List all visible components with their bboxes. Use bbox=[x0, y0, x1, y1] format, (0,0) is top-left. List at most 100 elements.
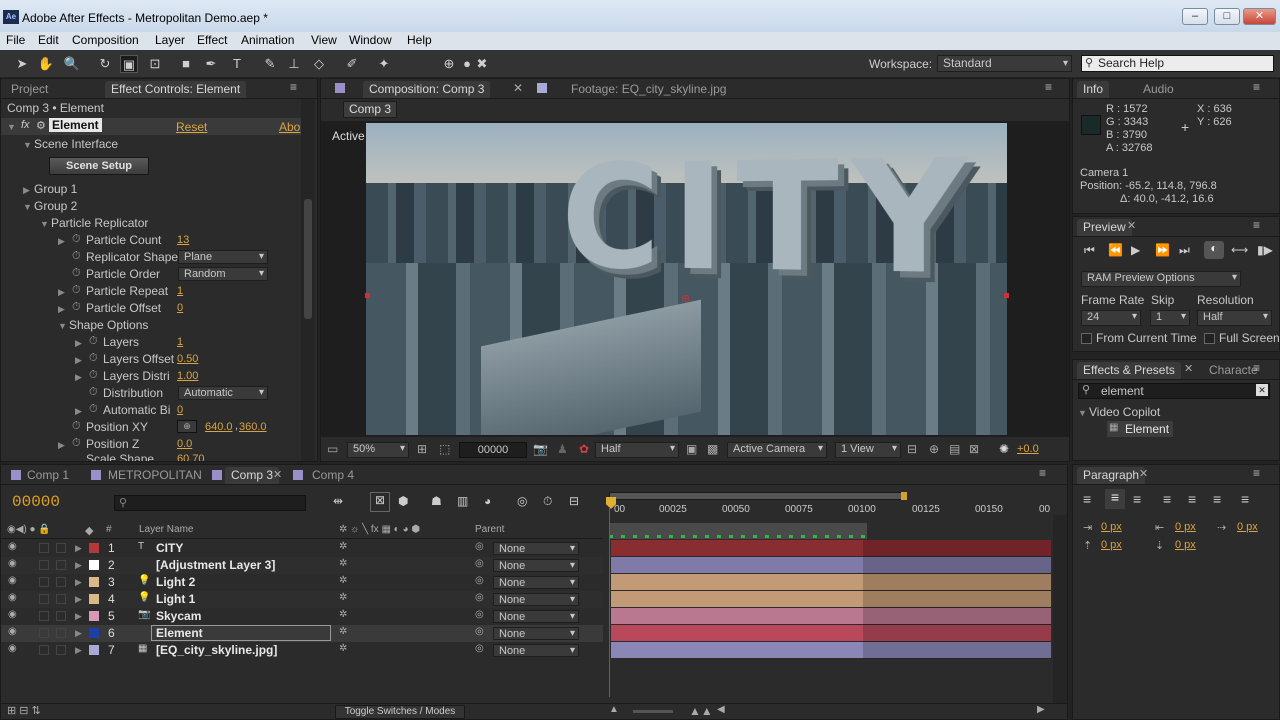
pickwhip-icon[interactable]: ◎ bbox=[475, 575, 484, 586]
search-help-input[interactable]: Search Help bbox=[1081, 55, 1274, 72]
shy-switch-icon[interactable]: ✲ bbox=[339, 643, 347, 654]
region-icon[interactable]: ⬚ bbox=[439, 442, 450, 456]
indent-right-value[interactable]: 0 px bbox=[1175, 521, 1196, 533]
channel-icon[interactable]: ✿ bbox=[579, 442, 589, 456]
lock-toggle[interactable] bbox=[56, 628, 66, 638]
graph-editor-icon[interactable]: ⊟ bbox=[569, 494, 579, 508]
hand-tool-icon[interactable]: ✋ bbox=[37, 55, 55, 73]
visibility-eye-icon[interactable]: ◉ bbox=[8, 558, 17, 569]
particle-repeat-value[interactable]: 1 bbox=[177, 285, 183, 297]
pickwhip-icon[interactable]: ◎ bbox=[475, 558, 484, 569]
solo-toggle[interactable] bbox=[39, 577, 49, 587]
current-timecode[interactable]: 00000 bbox=[12, 493, 60, 511]
menu-layer[interactable]: Layer bbox=[155, 33, 185, 47]
expand-triangle[interactable]: ▶ bbox=[75, 372, 82, 383]
layer-name-edit-box[interactable] bbox=[151, 625, 331, 641]
visibility-eye-icon[interactable]: ◉ bbox=[8, 592, 17, 603]
lock-toggle[interactable] bbox=[56, 560, 66, 570]
axis-local-icon[interactable]: ⊕ bbox=[440, 55, 458, 73]
tab-effects-presets[interactable]: Effects & Presets bbox=[1077, 362, 1181, 379]
comp-mini-flowchart-icon[interactable]: ⇹ bbox=[333, 494, 343, 508]
play-icon[interactable]: ▶ bbox=[1131, 243, 1140, 257]
table-row[interactable]: ◉ ▶ 3 💡 Light 2 ✲ ◎ None bbox=[1, 574, 603, 591]
panel-menu-icon[interactable]: ≡ bbox=[290, 80, 297, 94]
tab-paragraph[interactable]: Paragraph bbox=[1077, 467, 1146, 484]
expand-triangle[interactable]: ▶ bbox=[58, 287, 65, 298]
solo-toggle[interactable] bbox=[39, 645, 49, 655]
timeline-icon[interactable]: ▤ bbox=[949, 442, 960, 456]
maximize-button[interactable]: □ bbox=[1214, 8, 1240, 25]
stopwatch-icon[interactable]: ⏱ bbox=[72, 233, 81, 246]
crosshair-icon[interactable]: ⊕ bbox=[177, 420, 197, 433]
expand-triangle[interactable]: ▶ bbox=[75, 338, 82, 349]
pickwhip-icon[interactable]: ◎ bbox=[475, 541, 484, 552]
tab-effect-controls[interactable]: Effect Controls: Element bbox=[105, 81, 247, 98]
brush-tool-icon[interactable]: ✎ bbox=[261, 55, 279, 73]
ram-preview-dropdown[interactable]: RAM Preview Options bbox=[1081, 271, 1241, 287]
always-preview-icon[interactable]: ▭ bbox=[327, 442, 338, 456]
resolution-dropdown[interactable]: Half bbox=[1197, 310, 1272, 326]
tab-metropolitan[interactable]: METROPOLITAN bbox=[102, 467, 208, 484]
layer-name[interactable]: [Adjustment Layer 3] bbox=[156, 558, 275, 572]
menu-composition[interactable]: Composition bbox=[72, 33, 139, 47]
effect-name[interactable]: Element bbox=[49, 118, 102, 132]
ram-preview-icon[interactable]: ▮▶ bbox=[1257, 243, 1273, 257]
close-tab-icon[interactable]: ✕ bbox=[1139, 467, 1148, 480]
label-color-swatch[interactable] bbox=[89, 628, 99, 638]
parent-dropdown[interactable]: None bbox=[493, 576, 579, 589]
parent-dropdown[interactable]: None bbox=[493, 559, 579, 572]
selection-tool-icon[interactable]: ➤ bbox=[13, 55, 31, 73]
close-tab-icon[interactable]: ✕ bbox=[513, 81, 523, 95]
solo-toggle[interactable] bbox=[39, 594, 49, 604]
clear-search-icon[interactable]: ✕ bbox=[1256, 384, 1268, 396]
lock-toggle[interactable] bbox=[56, 594, 66, 604]
align-center-icon[interactable]: ≡ bbox=[1105, 489, 1125, 509]
expand-triangle[interactable]: ▶ bbox=[75, 594, 82, 605]
expand-triangle[interactable]: ▼ bbox=[40, 219, 49, 229]
next-frame-icon[interactable]: ⏩ bbox=[1155, 243, 1170, 257]
tab-footage[interactable]: Footage: EQ_city_skyline.jpg bbox=[565, 81, 732, 98]
puppet-tool-icon[interactable]: ✦ bbox=[375, 55, 393, 73]
stopwatch-icon[interactable]: ⏱ bbox=[72, 420, 81, 433]
lock-toggle[interactable] bbox=[56, 543, 66, 553]
loop-icon[interactable]: ⟷ bbox=[1231, 243, 1248, 257]
shy-switch-icon[interactable]: ✲ bbox=[339, 575, 347, 586]
effects-search-input[interactable]: element bbox=[1078, 383, 1270, 399]
first-frame-icon[interactable]: ⏮ bbox=[1084, 243, 1095, 258]
parent-dropdown[interactable]: None bbox=[493, 610, 579, 623]
exposure-value[interactable]: +0.0 bbox=[1017, 443, 1039, 455]
automatic-bi-value[interactable]: 0 bbox=[177, 404, 183, 416]
visibility-eye-icon[interactable]: ◉ bbox=[8, 609, 17, 620]
layers-value[interactable]: 1 bbox=[177, 336, 183, 348]
panel-menu-icon[interactable]: ≡ bbox=[1045, 80, 1052, 94]
menu-file[interactable]: File bbox=[6, 33, 25, 47]
close-tab-icon[interactable]: ✕ bbox=[273, 468, 282, 481]
handle-right[interactable] bbox=[1004, 293, 1009, 298]
solo-toggle[interactable] bbox=[39, 628, 49, 638]
particle-offset-value[interactable]: 0 bbox=[177, 302, 183, 314]
menu-help[interactable]: Help bbox=[407, 33, 432, 47]
menu-window[interactable]: Window bbox=[349, 33, 392, 47]
scroll-left-icon[interactable]: ◀ bbox=[717, 704, 725, 715]
camera-tool-icon[interactable]: ▣ bbox=[120, 55, 138, 73]
text-tool-icon[interactable]: T bbox=[228, 55, 246, 73]
align-right-icon[interactable]: ≡ bbox=[1133, 491, 1141, 507]
close-button[interactable]: ✕ bbox=[1243, 8, 1276, 25]
shy-switch-icon[interactable]: ✲ bbox=[339, 558, 347, 569]
tab-preview[interactable]: Preview bbox=[1077, 219, 1132, 236]
time-ruler[interactable]: 00 00025 00050 00075 00100 00125 00150 0… bbox=[605, 489, 1051, 539]
expand-triangle[interactable]: ▶ bbox=[75, 645, 82, 656]
scroll-right-icon[interactable]: ▶ bbox=[1037, 704, 1045, 715]
expand-triangle[interactable]: ▶ bbox=[75, 543, 82, 554]
frame-rate-dropdown[interactable]: 24 bbox=[1081, 310, 1141, 326]
position-y-value[interactable]: 360.0 bbox=[239, 421, 267, 433]
stopwatch-icon[interactable]: ⏱ bbox=[72, 301, 81, 314]
visibility-eye-icon[interactable]: ◉ bbox=[8, 575, 17, 586]
justify-left-icon[interactable]: ≡ bbox=[1163, 491, 1171, 507]
pickwhip-icon[interactable]: ◎ bbox=[475, 609, 484, 620]
exposure-icon[interactable]: ✺ bbox=[999, 442, 1009, 456]
rectangle-tool-icon[interactable]: ■ bbox=[177, 55, 195, 73]
stopwatch-icon[interactable]: ⏱ bbox=[89, 369, 98, 382]
expand-triangle[interactable]: ▶ bbox=[58, 440, 65, 451]
pickwhip-icon[interactable]: ◎ bbox=[475, 626, 484, 637]
